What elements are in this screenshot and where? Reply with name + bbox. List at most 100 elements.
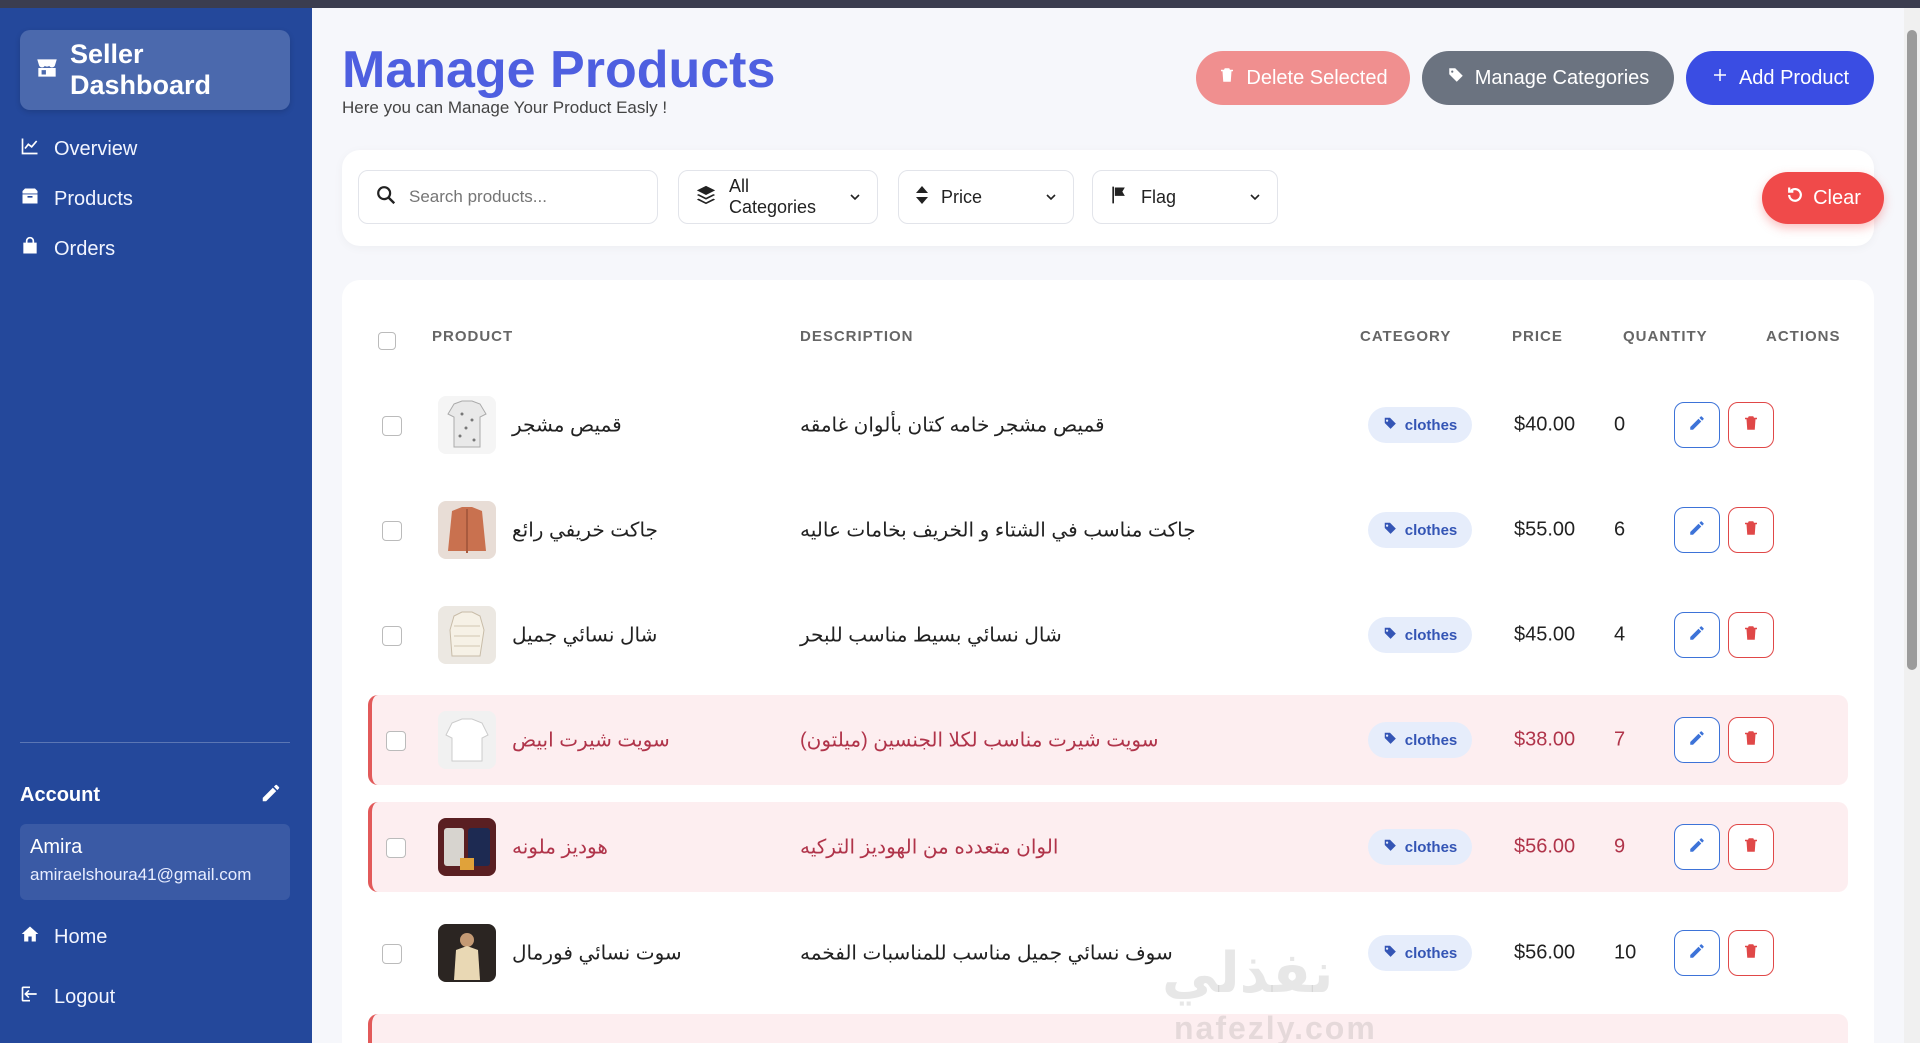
sidebar: Seller Dashboard Overview Products Order… [0,8,312,1043]
nav-orders[interactable]: Orders [20,236,115,262]
row-checkbox[interactable] [386,838,406,858]
category-badge: clothes [1368,935,1472,971]
row-checkbox[interactable] [386,731,406,751]
search-input[interactable] [409,187,589,207]
table-row: شال نسائي جميل شال نسائي بسيط مناسب للبح… [368,590,1848,680]
home-icon [20,924,40,950]
product-name: جاكت خريفي رائع [512,519,658,542]
manage-categories-button[interactable]: Manage Categories [1422,51,1674,105]
tag-icon [1383,521,1397,539]
watermark-arabic: نفذلي [1162,941,1334,1004]
edit-button[interactable] [1674,612,1720,658]
nav-overview-label: Overview [54,137,138,160]
category-badge: clothes [1368,512,1472,548]
filter-bar: All Categories Price Flag Clear [342,150,1884,246]
trash-icon [1742,414,1760,437]
category-label: clothes [1404,626,1458,644]
browser-top-strip [0,0,1920,8]
search-box[interactable] [358,170,658,224]
pencil-icon [1688,414,1706,437]
page-title: Manage Products [342,41,776,99]
delete-button[interactable] [1728,930,1774,976]
table-row-flagged [368,1014,1848,1043]
logout-icon [20,984,40,1010]
delete-button[interactable] [1728,612,1774,658]
product-description: جاكت مناسب في الشتاء و الخريف بخامات عال… [800,519,1196,542]
clear-filters-button[interactable]: Clear [1762,172,1884,224]
product-quantity: 4 [1614,623,1626,646]
page-scrollbar[interactable] [1904,8,1920,1043]
column-product: PRODUCT [432,328,514,345]
watermark-latin: nafezly.com [1174,1010,1377,1043]
trash-icon [1218,66,1236,90]
delete-selected-label: Delete Selected [1246,66,1388,89]
nav-overview[interactable]: Overview [20,136,137,162]
chevron-down-icon [1249,187,1261,208]
product-quantity: 10 [1614,941,1637,964]
product-name: شال نسائي جميل [512,624,658,647]
category-label: clothes [1404,838,1458,856]
column-category: CATEGORY [1360,328,1452,345]
row-checkbox[interactable] [382,626,402,646]
column-price: PRICE [1512,328,1563,345]
nav-logout[interactable]: Logout [20,984,115,1010]
table-row-flagged: سويت شيرت ابيض سويت شيرت مناسب لكلا الجن… [368,695,1848,785]
row-checkbox[interactable] [382,416,402,436]
trash-icon [1742,729,1760,752]
category-label: clothes [1404,521,1458,539]
category-label: clothes [1404,416,1458,434]
chevron-down-icon [1045,187,1057,208]
nav-home-label: Home [54,925,108,948]
trash-icon [1742,624,1760,647]
brand-title: Seller Dashboard [70,39,212,100]
column-quantity: QUANTITY [1623,328,1708,345]
pencil-icon[interactable] [260,782,282,809]
scrollbar-thumb[interactable] [1907,30,1917,670]
add-product-button[interactable]: Add Product [1686,51,1874,105]
category-label: clothes [1404,944,1458,962]
delete-button[interactable] [1728,402,1774,448]
delete-button[interactable] [1728,824,1774,870]
tag-icon [1383,944,1397,962]
pencil-icon [1688,519,1706,542]
product-description: سوف نسائي جميل مناسب للمناسبات الفخمه [800,942,1173,965]
main-content: Manage Products Here you can Manage Your… [312,8,1904,1043]
row-checkbox[interactable] [382,944,402,964]
edit-button[interactable] [1674,824,1720,870]
add-product-label: Add Product [1738,66,1850,89]
product-thumbnail [438,396,496,454]
nav-home[interactable]: Home [20,924,107,950]
tag-icon [1383,626,1397,644]
chevron-down-icon [849,187,861,208]
column-actions: ACTIONS [1766,328,1841,345]
page-subtitle: Here you can Manage Your Product Easly ! [342,98,668,117]
product-description: سويت شيرت مناسب لكلا الجنسين (ميلتون) [800,729,1159,752]
product-quantity: 0 [1614,413,1626,436]
edit-button[interactable] [1674,930,1720,976]
edit-button[interactable] [1674,717,1720,763]
row-checkbox[interactable] [382,521,402,541]
delete-button[interactable] [1728,717,1774,763]
category-badge: clothes [1368,722,1472,758]
flag-select[interactable]: Flag [1092,170,1278,224]
nav-products-label: Products [54,187,133,210]
product-thumbnail [438,501,496,559]
brand-logo[interactable]: Seller Dashboard [20,30,290,110]
category-badge: clothes [1368,829,1472,865]
price-select[interactable]: Price [898,170,1074,224]
tag-icon [1383,731,1397,749]
edit-button[interactable] [1674,402,1720,448]
product-price: $40.00 [1514,413,1576,436]
category-select[interactable]: All Categories [678,170,878,224]
delete-selected-button[interactable]: Delete Selected [1196,51,1410,105]
select-all-checkbox[interactable] [378,332,396,350]
product-description: قميص مشجر خامه كتان بألوان غامقه [800,414,1105,437]
product-name: هوديز ملونه [512,836,608,859]
manage-categories-label: Manage Categories [1474,66,1650,89]
shopping-bag-icon [20,236,40,262]
tag-icon [1383,838,1397,856]
table-row: قميص مشجر قميص مشجر خامه كتان بألوان غام… [368,380,1848,470]
edit-button[interactable] [1674,507,1720,553]
delete-button[interactable] [1728,507,1774,553]
nav-products[interactable]: Products [20,186,133,212]
